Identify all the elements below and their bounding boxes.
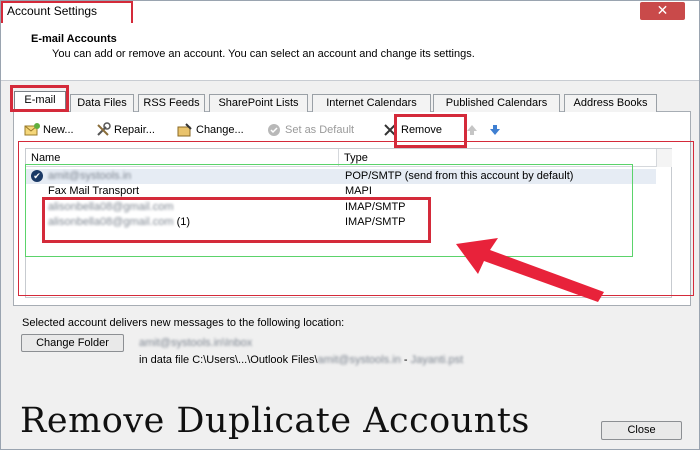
tab-address-books[interactable]: Address Books	[564, 94, 657, 112]
new-button[interactable]: New...	[24, 121, 74, 139]
tab-internet-calendars[interactable]: Internet Calendars	[312, 94, 431, 112]
header-title: E-mail Accounts	[31, 33, 117, 45]
overlay-caption: Remove Duplicate Accounts	[20, 401, 530, 441]
new-account-icon	[24, 122, 40, 138]
close-button[interactable]: Close	[601, 421, 682, 440]
delivery-label: Selected account delivers new messages t…	[22, 317, 345, 329]
tab-highlight-box	[10, 85, 69, 112]
move-down-button[interactable]	[487, 121, 503, 139]
pointer-arrow-icon	[456, 238, 604, 302]
tab-data-files[interactable]: Data Files	[70, 94, 134, 112]
account-settings-window: Account Settings ✕ E-mail Accounts You c…	[0, 0, 700, 450]
window-close-button[interactable]: ✕	[640, 2, 685, 20]
inbox-path: amit@systools.in\Inbox	[139, 337, 253, 349]
data-file-path: in data file C:\Users\...\Outlook Files\…	[139, 354, 464, 366]
tab-sharepoint-lists[interactable]: SharePoint Lists	[209, 94, 308, 112]
change-account-icon	[177, 122, 193, 138]
check-circle-icon	[266, 122, 282, 138]
tab-published-calendars[interactable]: Published Calendars	[433, 94, 560, 112]
change-button[interactable]: Change...	[177, 121, 244, 139]
tab-rss-feeds[interactable]: RSS Feeds	[138, 94, 205, 112]
repair-button[interactable]: Repair...	[95, 121, 155, 139]
duplicate-accounts-highlight-box	[42, 197, 431, 243]
change-folder-button[interactable]: Change Folder	[21, 334, 124, 352]
arrow-down-icon	[487, 122, 503, 138]
header-area: E-mail Accounts You can add or remove an…	[1, 23, 699, 81]
tools-icon	[95, 122, 111, 138]
header-description: You can add or remove an account. You ca…	[52, 48, 475, 60]
set-as-default-button[interactable]: Set as Default	[266, 121, 354, 139]
